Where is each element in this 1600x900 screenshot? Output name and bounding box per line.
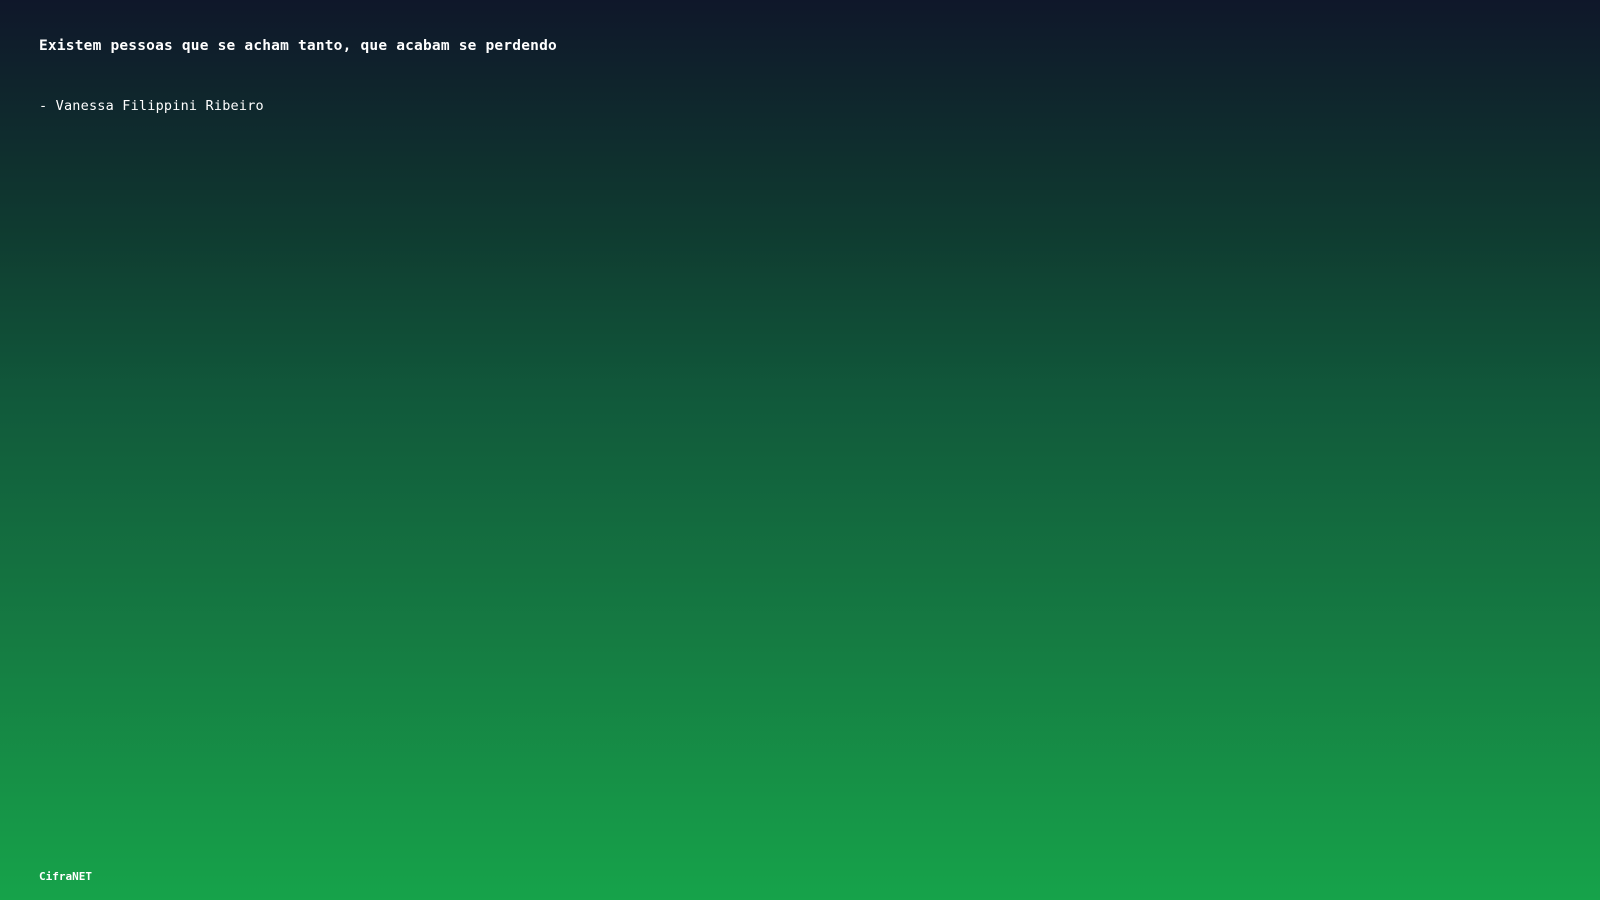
quote-author: - Vanessa Filippini Ribeiro xyxy=(39,98,264,114)
quote-text: Existem pessoas que se acham tanto, que … xyxy=(39,38,557,54)
brand-label: CifraNET xyxy=(39,870,92,883)
